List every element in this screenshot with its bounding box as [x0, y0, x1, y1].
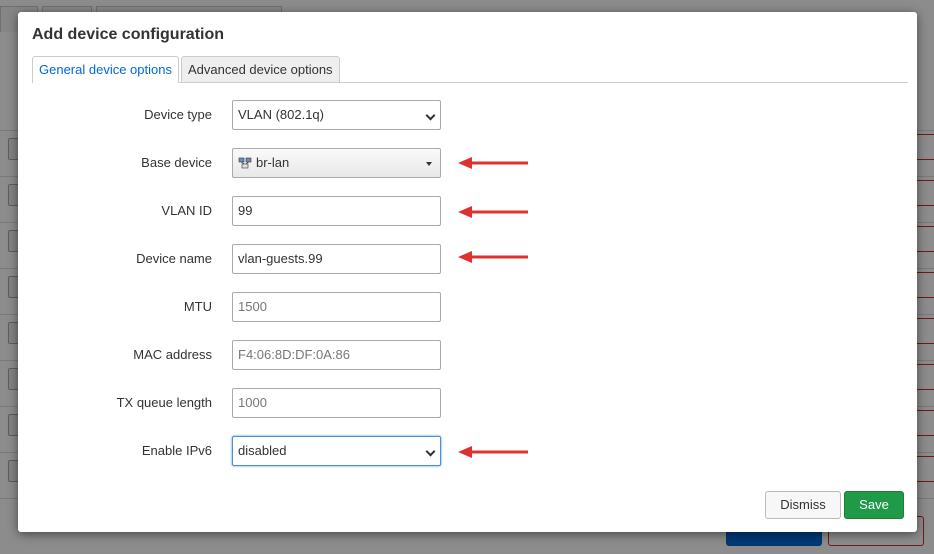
enable-ipv6-label: Enable IPv6: [141, 443, 212, 458]
save-button[interactable]: Save: [844, 491, 904, 519]
base-device-label: Base device: [141, 155, 212, 170]
dismiss-button[interactable]: Dismiss: [765, 491, 841, 519]
annotation-arrow-icon: [458, 251, 528, 263]
device-type-value: VLAN (802.1q): [238, 107, 324, 122]
dialog-tabs: General device options Advanced device o…: [32, 56, 908, 83]
mac-address-label: MAC address: [133, 347, 212, 362]
vlan-id-label: VLAN ID: [161, 203, 212, 218]
tx-queue-length-label: TX queue length: [116, 395, 212, 410]
tab-general-device-options[interactable]: General device options: [32, 56, 179, 83]
add-device-dialog: Add device configuration General device …: [18, 12, 917, 532]
device-name-label: Device name: [136, 251, 212, 266]
annotation-arrow-icon: [458, 157, 528, 169]
enable-ipv6-value: disabled: [238, 443, 287, 458]
base-device-value: br-lan: [256, 155, 290, 170]
mtu-input[interactable]: 1500: [232, 292, 441, 322]
device-type-label: Device type: [144, 107, 212, 122]
device-type-row: Device type VLAN (802.1q): [18, 100, 917, 130]
enable-ipv6-select[interactable]: disabled: [232, 436, 441, 466]
mac-address-row: MAC address F4:06:8D:DF:0A:86: [18, 340, 917, 370]
mtu-label: MTU: [183, 299, 212, 314]
tx-queue-length-input[interactable]: 1000: [232, 388, 441, 418]
mtu-row: MTU 1500: [18, 292, 917, 322]
base-device-dropdown[interactable]: br-lan: [232, 148, 441, 178]
device-type-select[interactable]: VLAN (802.1q): [232, 100, 441, 130]
tab-advanced-device-options[interactable]: Advanced device options: [181, 56, 340, 82]
dialog-title: Add device configuration: [32, 26, 225, 43]
vlan-id-input[interactable]: 99: [232, 196, 441, 226]
device-name-input[interactable]: vlan-guests.99: [232, 244, 441, 274]
network-bridge-icon: [238, 157, 252, 168]
annotation-arrow-icon: [458, 446, 528, 458]
mac-address-input[interactable]: F4:06:8D:DF:0A:86: [232, 340, 441, 370]
annotation-arrow-icon: [458, 206, 528, 218]
tx-queue-length-row: TX queue length 1000: [18, 388, 917, 418]
